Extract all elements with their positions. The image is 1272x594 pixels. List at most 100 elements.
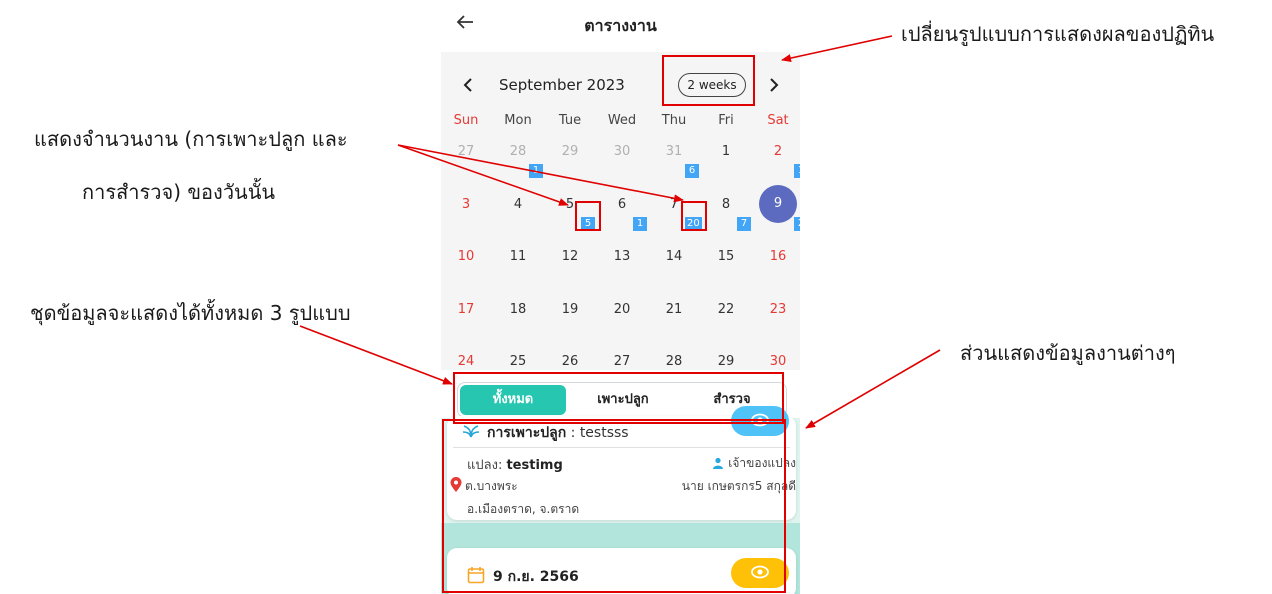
tab-all[interactable]: ทั้งหมด (460, 385, 566, 415)
eye-icon (751, 413, 769, 427)
day-number: 28 (665, 354, 683, 369)
day-number: 24 (457, 354, 475, 369)
day-number: 3 (461, 196, 471, 212)
day-number: 17 (457, 301, 475, 317)
day-number: 30 (613, 144, 631, 159)
calendar-day[interactable]: 7 20 (648, 193, 702, 237)
calendar-day[interactable]: 11 (492, 245, 544, 289)
calendar-day[interactable]: 16 (752, 245, 800, 289)
calendar-icon (467, 567, 485, 584)
day-number: 1 (721, 144, 731, 159)
calendar-day[interactable]: 1 (700, 140, 752, 184)
annotation-count-line1: แสดงจำนวนงาน (การเพาะปลูก และ (34, 127, 348, 151)
calendar-day[interactable]: 55 (544, 193, 596, 237)
chevron-right-icon[interactable] (761, 73, 785, 97)
calendar-day[interactable]: 87 (700, 193, 752, 237)
farmer-name: นาย เกษตรกร5 สกุลดี (681, 479, 796, 493)
weekday-fri: Fri (718, 113, 734, 128)
calendar-day[interactable]: 31 6 (648, 140, 700, 184)
calendar-day[interactable]: 13 (596, 245, 648, 289)
month-label: September 2023 (499, 76, 625, 94)
weekday-wed: Wed (607, 113, 637, 128)
day-number: 27 (613, 354, 631, 369)
calendar-day[interactable]: 21 (752, 140, 800, 184)
calendar-day[interactable]: 22 (700, 298, 752, 342)
task-count-badge: 5 (581, 216, 595, 231)
location-pin-icon (450, 477, 462, 492)
annotation-list: ส่วนแสดงข้อมูลงานต่างๆ (960, 341, 1176, 365)
task-count-badge: 1 (529, 164, 543, 178)
card-title-type: การเพาะปลูก (487, 425, 567, 441)
arrow-task-list (805, 349, 941, 429)
weekday-mon: Mon (504, 113, 532, 128)
day-number: 9 (773, 195, 783, 211)
owner-label: เจ้าของแปลง (712, 454, 796, 473)
day-number: 13 (613, 249, 631, 264)
calendar-day[interactable]: 17 (441, 298, 492, 342)
owner-text: เจ้าของแปลง (728, 456, 796, 470)
tab-planting[interactable]: เพาะปลูก (568, 383, 678, 417)
calendar-day[interactable]: 3 (441, 193, 492, 237)
task-card-planting[interactable]: การเพาะปลูก : testsss แปลง: testimg เจ้า… (447, 406, 796, 520)
view-button[interactable] (731, 406, 789, 436)
day-number: 10 (457, 249, 475, 264)
calendar-day[interactable]: 12 (544, 245, 596, 289)
annotation-datasets: ชุดข้อมูลจะแสดงได้ทั้งหมด 3 รูปแบบ (30, 301, 351, 325)
calendar-day[interactable]: 30 (596, 140, 648, 184)
calendar-day[interactable]: 23 (752, 298, 800, 342)
weekday-sat: Sat (767, 113, 789, 128)
task-count-badge: 7 (737, 216, 751, 231)
annotation-format: เปลี่ยนรูปแบบการแสดงผลของปฏิทิน (901, 22, 1215, 46)
card-title: การเพาะปลูก : testsss (487, 422, 629, 444)
task-list: การเพาะปลูก : testsss แปลง: testimg เจ้า… (441, 406, 800, 594)
calendar-day[interactable]: 15 (700, 245, 752, 289)
day-number: 26 (561, 354, 579, 369)
day-number: 4 (513, 196, 523, 212)
plot-label: แปลง: (467, 458, 507, 473)
day-number: 22 (717, 301, 735, 317)
plot-name: testimg (506, 458, 563, 473)
calendar: September 2023 2 weeks Sun Mon Tue Wed Thu Fr… (441, 52, 800, 370)
task-count-badge: 2 (794, 216, 800, 231)
view-date-button[interactable] (731, 558, 789, 588)
date-card[interactable]: 9 ก.ย. 2566 (447, 548, 796, 594)
day-number: 20 (613, 301, 631, 317)
day-number: 8 (721, 196, 731, 212)
day-number: 19 (561, 301, 579, 317)
day-number: 18 (509, 301, 527, 317)
chevron-left-icon[interactable] (457, 73, 481, 97)
day-number: 25 (509, 354, 527, 369)
calendar-day[interactable]: 4 (492, 193, 544, 237)
weekday-thu: Thu (661, 113, 687, 128)
day-number: 31 (665, 144, 683, 159)
card-title-name: : testsss (566, 425, 629, 441)
day-number: 12 (561, 249, 579, 264)
day-number: 29 (717, 354, 735, 369)
day-number: 5 (565, 196, 575, 212)
app-bar: ตารางงาน (441, 0, 800, 52)
calendar-day[interactable]: 28 1 (492, 140, 544, 184)
address-subdistrict: ต.บางพระ (465, 479, 518, 493)
day-number: 2 (773, 144, 783, 159)
annotation-count-line2: การสำรวจ) ของวันนั้น (82, 180, 276, 204)
calendar-format-button[interactable]: 2 weeks (678, 73, 746, 97)
calendar-day[interactable]: 61 (596, 193, 648, 237)
calendar-day[interactable]: 21 (648, 298, 700, 342)
phone-screen: ตารางงาน September 2023 2 weeks Sun Mon Tu… (441, 0, 800, 594)
calendar-day[interactable]: 18 (492, 298, 544, 342)
arrow-tabs (299, 325, 453, 385)
day-number: 16 (769, 249, 787, 264)
card-divider (453, 447, 790, 448)
page-title: ตารางงาน (584, 16, 657, 35)
calendar-day[interactable]: 27 (441, 140, 492, 184)
task-count-badge: 1 (794, 164, 800, 178)
calendar-day[interactable]: 20 (596, 298, 648, 342)
calendar-day[interactable]: 19 (544, 298, 596, 342)
calendar-day-selected[interactable]: 92 (752, 184, 800, 237)
calendar-day[interactable]: 14 (648, 245, 700, 289)
calendar-day[interactable]: 10 (441, 245, 492, 289)
day-number: 14 (665, 249, 683, 264)
calendar-day[interactable]: 29 (544, 140, 596, 184)
plot-line: แปลง: testimg (467, 454, 563, 475)
date-text: 9 ก.ย. 2566 (493, 569, 579, 585)
